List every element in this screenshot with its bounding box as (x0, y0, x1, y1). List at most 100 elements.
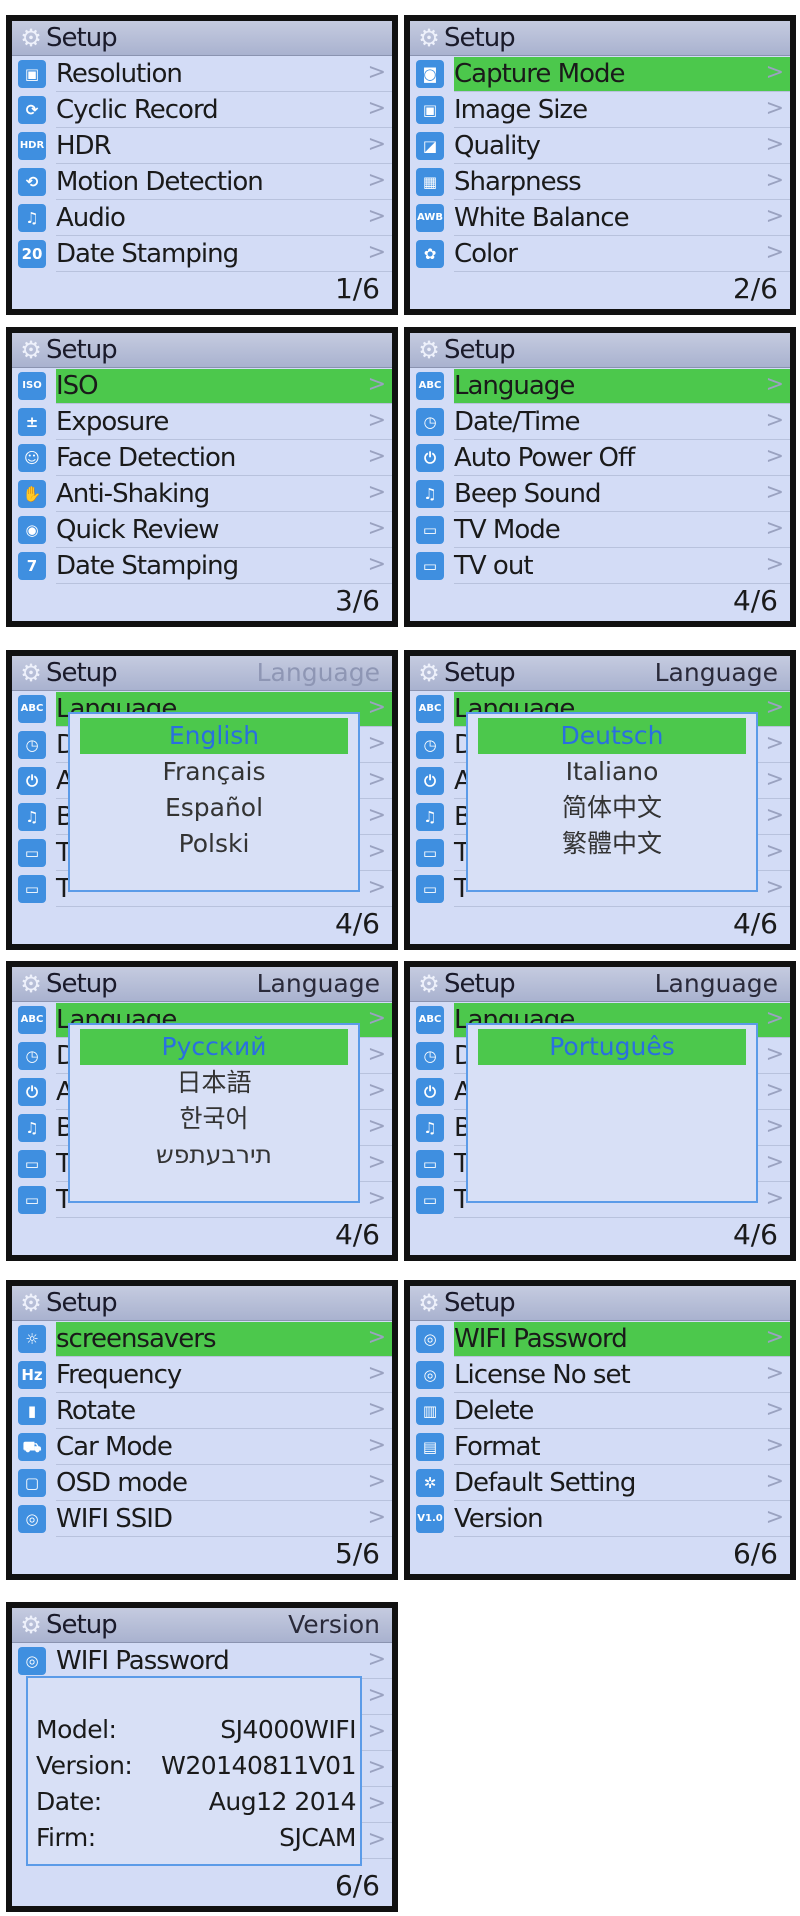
menu-item[interactable]: ◙ Capture Mode > (410, 56, 790, 92)
menu-item[interactable]: ☺ Face Detection > (12, 440, 392, 476)
calendar-icon: 7 (18, 552, 46, 580)
chevron-right-icon: > (367, 1791, 386, 1816)
menu-item[interactable]: ◎ WIFI SSID > (12, 1501, 392, 1537)
chevron-right-icon: > (367, 1755, 386, 1780)
language-option[interactable]: 한국어 (80, 1101, 348, 1137)
gear-icon: ⚙ (20, 1611, 42, 1639)
menu-item[interactable]: ✿ Color > (410, 236, 790, 272)
tv-icon: ▭ (416, 1186, 444, 1214)
chevron-right-icon: > (367, 516, 386, 541)
language-option[interactable]: Deutsch (478, 718, 746, 754)
language-icon: ABC (18, 695, 46, 723)
chevron-right-icon: > (367, 372, 386, 397)
language-icon: ABC (416, 695, 444, 723)
menu-item[interactable]: ▦ Sharpness > (410, 164, 790, 200)
menu-item[interactable]: ▮ Rotate > (12, 1393, 392, 1429)
menu-item[interactable]: ABC Language > (410, 368, 790, 404)
camera-menu-panel: ⚙ Setup Language ABC Language > ◷ D > ⏻ A > ♫ B > ▭ T > ▭ T… (6, 961, 398, 1261)
menu-item-label: Exposure (56, 405, 392, 440)
menu-item[interactable]: ⟲ Motion Detection > (12, 164, 392, 200)
osd-icon: ▢ (18, 1469, 46, 1497)
lcd-screen: ⚙ Setup ABC Language > ◷ Date/Time > ⏻ Auto Power… (410, 333, 790, 621)
language-option[interactable]: Français (80, 754, 348, 790)
menu-item[interactable]: AWB White Balance > (410, 200, 790, 236)
language-option[interactable]: 繁體中文 (478, 826, 746, 862)
music-note-icon: ♫ (416, 1114, 444, 1142)
chevron-right-icon: > (765, 408, 784, 433)
chevron-right-icon: > (367, 1827, 386, 1852)
language-option[interactable]: Русский (80, 1029, 348, 1065)
language-option[interactable]: 简体中文 (478, 790, 746, 826)
menu-item[interactable]: ✋ Anti-Shaking > (12, 476, 392, 512)
face-icon: ☺ (18, 444, 46, 472)
menu-item[interactable]: ⛟ Car Mode > (12, 1429, 392, 1465)
language-option[interactable]: תירבעתפש (80, 1137, 348, 1173)
menu-item[interactable]: 7 Date Stamping > (12, 548, 392, 584)
menu-item[interactable]: ▭ TV out > (410, 548, 790, 584)
menu-item[interactable]: ◪ Quality > (410, 128, 790, 164)
menu-item-label: Resolution (56, 57, 392, 92)
menu-item-label: Frequency (56, 1358, 392, 1393)
menu-item[interactable]: ✲ Default Setting > (410, 1465, 790, 1501)
menu-header: ⚙ Setup Version (12, 1608, 392, 1643)
menu-item-label: Date Stamping (56, 237, 392, 272)
menu-item[interactable]: ▣ Image Size > (410, 92, 790, 128)
menu-item[interactable]: ◎ WIFI Password > (12, 1643, 392, 1679)
gear-icon: ⚙ (20, 24, 42, 52)
menu-item[interactable]: ⟳ Cyclic Record > (12, 92, 392, 128)
menu-item[interactable]: ♫ Beep Sound > (410, 476, 790, 512)
chevron-right-icon: > (367, 1114, 386, 1139)
lcd-screen: ⚙ Setup ◙ Capture Mode > ▣ Image Size > ◪ Quality… (410, 21, 790, 309)
chevron-right-icon: > (367, 1325, 386, 1350)
language-option[interactable]: Italiano (478, 754, 746, 790)
page-indicator: 5/6 (334, 1537, 380, 1570)
chevron-right-icon: > (367, 839, 386, 864)
menu-item[interactable]: ISO ISO > (12, 368, 392, 404)
menu-item[interactable]: ± Exposure > (12, 404, 392, 440)
chevron-right-icon: > (765, 60, 784, 85)
menu-item[interactable]: V1.0 Version > (410, 1501, 790, 1537)
menu-item[interactable]: ▤ Format > (410, 1429, 790, 1465)
chevron-right-icon: > (367, 1150, 386, 1175)
camera-menu-panel: ⚙ Setup ◙ Capture Mode > ▣ Image Size > ◪ Quality… (404, 15, 796, 315)
menu-item[interactable]: HDR HDR > (12, 128, 392, 164)
menu-item-label: Default Setting (454, 1466, 790, 1501)
menu-item-label: Color (454, 237, 790, 272)
menu-item-label: Quality (454, 129, 790, 164)
menu-item[interactable]: ◎ License No set > (410, 1357, 790, 1393)
menu-item[interactable]: ▣ Resolution > (12, 56, 392, 92)
quick-review-icon: ◉ (18, 516, 46, 544)
menu-item[interactable]: ◎ WIFI Password > (410, 1321, 790, 1357)
camera-menu-panel: ⚙ Setup ▣ Resolution > ⟳ Cyclic Record > HDR HDR >… (6, 15, 398, 315)
language-option[interactable]: Español (80, 790, 348, 826)
delete-icon: ▥ (416, 1397, 444, 1425)
lcd-screen: ⚙ Setup ▣ Resolution > ⟳ Cyclic Record > HDR HDR >… (12, 21, 392, 309)
menu-item-label: Delete (454, 1394, 790, 1429)
menu-item[interactable]: Hz Frequency > (12, 1357, 392, 1393)
language-option[interactable]: 日本語 (80, 1065, 348, 1101)
clock-icon: ◷ (416, 731, 444, 759)
menu-item[interactable]: ▥ Delete > (410, 1393, 790, 1429)
menu-item[interactable]: 20 Date Stamping > (12, 236, 392, 272)
menu-item[interactable]: ◷ Date/Time > (410, 404, 790, 440)
sun-icon: ☼ (18, 1325, 46, 1353)
menu-item[interactable]: ▭ TV Mode > (410, 512, 790, 548)
menu-item[interactable]: ◉ Quick Review > (12, 512, 392, 548)
gear-icon: ✲ (416, 1469, 444, 1497)
menu-item[interactable]: ♫ Audio > (12, 200, 392, 236)
menu-item[interactable]: ⏻ Auto Power Off > (410, 440, 790, 476)
menu-item[interactable]: ▢ OSD mode > (12, 1465, 392, 1501)
info-key: Version: (36, 1751, 133, 1780)
chevron-right-icon: > (367, 1397, 386, 1422)
menu-header: ⚙ Setup (12, 333, 392, 368)
header-title: Setup (46, 23, 118, 53)
language-option[interactable]: English (80, 718, 348, 754)
menu-item-label: Rotate (56, 1394, 392, 1429)
menu-header: ⚙ Setup Language (12, 656, 392, 691)
camera-menu-panel: ⚙ Setup Version ◎ WIFI Password > > > > > >6/6 Mode… (6, 1602, 398, 1912)
menu-item[interactable]: ☼ screensavers > (12, 1321, 392, 1357)
chevron-right-icon: > (367, 1078, 386, 1103)
language-option[interactable]: Polski (80, 826, 348, 862)
language-option[interactable]: Português (478, 1029, 746, 1065)
menu-header: ⚙ Setup (410, 333, 790, 368)
